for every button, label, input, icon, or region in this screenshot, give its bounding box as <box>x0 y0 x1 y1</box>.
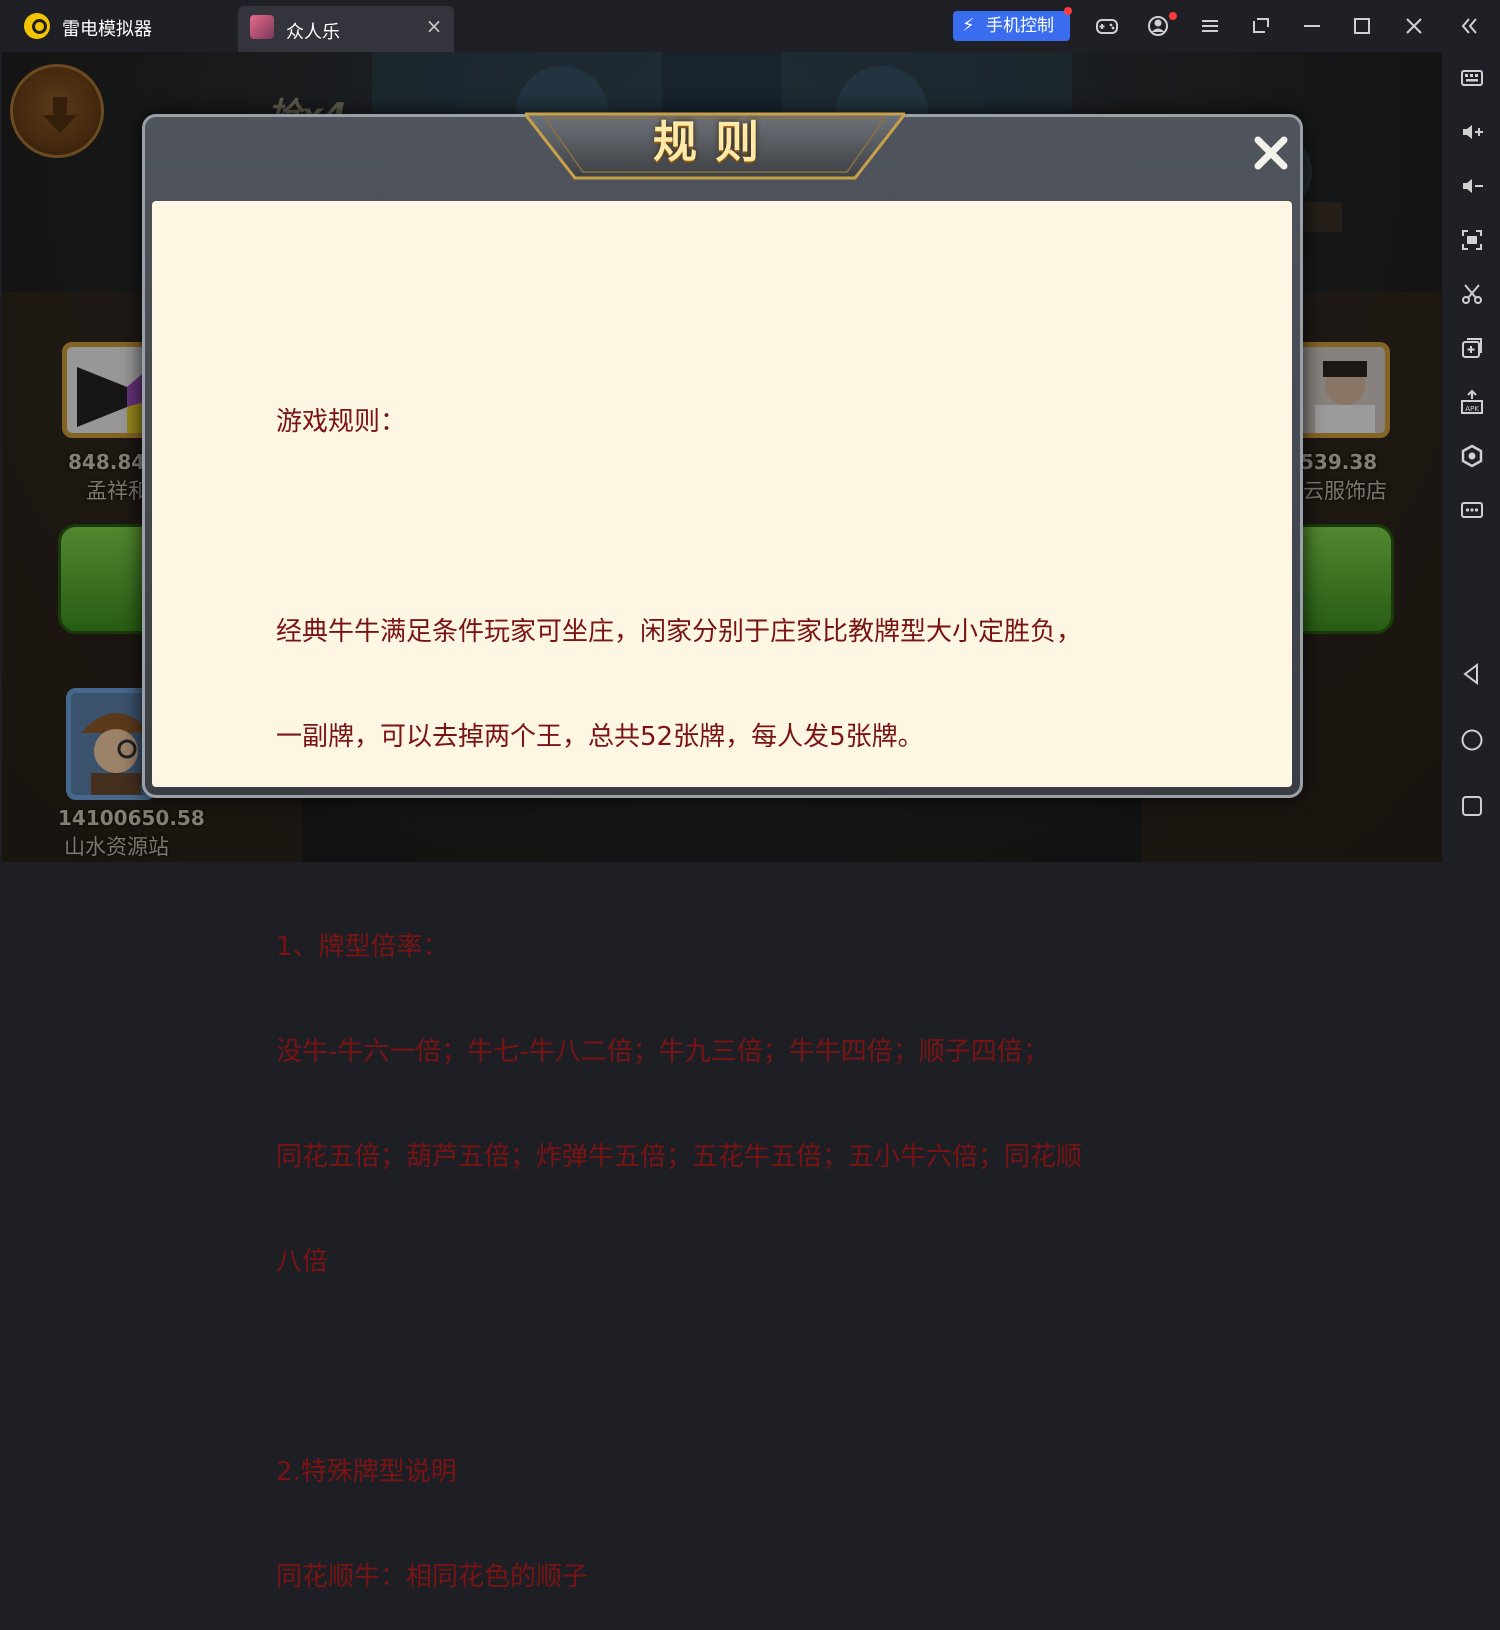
rules-line: 同花五倍；葫芦五倍；炸弹牛五倍；五花牛五倍；五小牛六倍；同花顺 <box>276 1142 1083 1172</box>
rules-line: 2.特殊牌型说明 <box>276 1457 457 1487</box>
account-notification-dot <box>1169 12 1177 20</box>
keyboard-icon[interactable] <box>1458 64 1486 92</box>
window-close-icon[interactable] <box>1400 12 1428 40</box>
settings-hex-icon[interactable] <box>1458 442 1486 470</box>
leidian-logo-icon <box>24 13 50 39</box>
app-name: 雷电模拟器 <box>62 19 152 40</box>
more-options-icon[interactable] <box>1458 496 1486 524</box>
rules-line: 经典牛牛满足条件玩家可坐庄，闲家分别于庄家比教牌型大小定胜负， <box>276 617 1083 647</box>
android-home-icon[interactable] <box>1458 726 1486 754</box>
rules-line <box>276 825 1196 860</box>
apk-install-icon[interactable]: APK <box>1458 388 1486 416</box>
menu-icon[interactable] <box>1196 12 1224 40</box>
game-tab-icon <box>250 15 274 39</box>
dialog-close-icon[interactable] <box>1250 130 1292 176</box>
add-window-icon[interactable] <box>1458 334 1486 362</box>
minimize-icon[interactable] <box>1298 12 1326 40</box>
rules-line: 游戏规则： <box>276 407 407 437</box>
rules-line: 没牛-牛六一倍；牛七-牛八二倍；牛九三倍；牛牛四倍；顺子四倍； <box>276 1037 1049 1067</box>
rules-line: 一副牌，可以去掉两个王，总共52张牌，每人发5张牌。 <box>276 722 924 752</box>
rules-line <box>276 1350 1196 1385</box>
volume-down-icon[interactable] <box>1458 172 1486 200</box>
scissors-icon[interactable] <box>1458 280 1486 308</box>
fullscreen-icon[interactable] <box>1458 226 1486 254</box>
android-back-icon[interactable] <box>1458 660 1486 688</box>
volume-up-icon[interactable] <box>1458 118 1486 146</box>
rules-line: 1、牌型倍率： <box>276 932 449 962</box>
notification-dot <box>1064 7 1072 15</box>
dialog-title: 规则 <box>653 117 777 168</box>
tab-game[interactable]: 众人乐 × <box>238 6 454 52</box>
tab-label: 众人乐 <box>286 22 340 43</box>
emulator-title-bar: 雷电模拟器 众人乐 × ⚡ 手机控制 <box>0 0 1500 52</box>
rules-line <box>276 510 1196 545</box>
account-icon[interactable] <box>1144 12 1172 40</box>
maximize-icon[interactable] <box>1348 12 1376 40</box>
rules-line: 同花顺牛：相同花色的顺子 <box>276 1562 589 1592</box>
lightning-icon: ⚡ <box>962 15 975 36</box>
svg-text:APK: APK <box>1465 405 1479 413</box>
gamepad-icon[interactable] <box>1093 12 1121 40</box>
rules-line: 八倍 <box>276 1247 329 1277</box>
android-recents-icon[interactable] <box>1458 792 1486 820</box>
collapse-sidebar-icon[interactable] <box>1455 12 1483 40</box>
phone-control-label: 手机控制 <box>986 16 1054 36</box>
phone-control-button[interactable]: ⚡ 手机控制 <box>953 11 1070 41</box>
rules-text: 游戏规则： 经典牛牛满足条件玩家可坐庄，闲家分别于庄家比教牌型大小定胜负， 一副… <box>276 335 1196 1630</box>
tab-close-icon[interactable]: × <box>424 14 444 38</box>
emulator-side-toolbar: APK <box>1444 52 1500 862</box>
screenshot-restore-icon[interactable] <box>1247 12 1275 40</box>
